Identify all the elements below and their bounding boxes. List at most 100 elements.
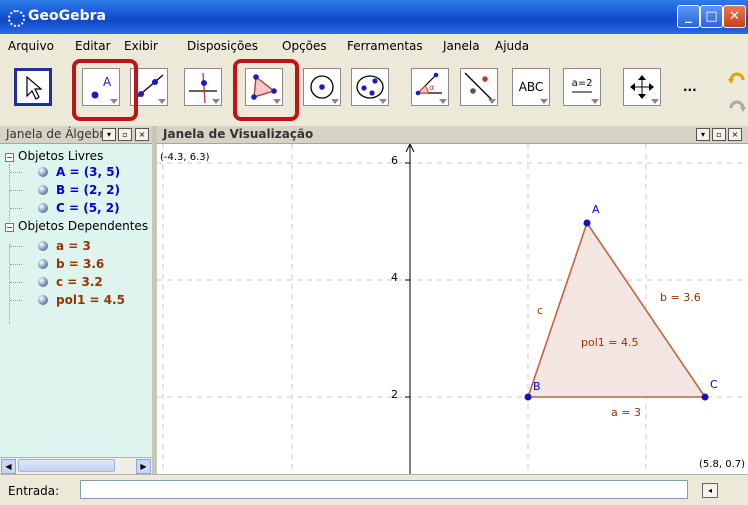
tree-line [9,244,10,324]
angle-tool-button[interactable]: α [411,68,449,106]
menu-arquivo[interactable]: Arquivo [8,39,54,53]
dropdown-arrow-icon [158,99,166,104]
geogebra-logo-icon [8,10,25,27]
object-A[interactable]: A = (3, 5) [56,165,120,179]
title-bar: GeoGebra _ □ ✕ [0,0,748,34]
visibility-toggle-icon[interactable] [38,167,48,177]
collapse-icon[interactable]: − [5,153,14,162]
point-tool-highlight [72,59,138,121]
polygon-tool-highlight [233,59,299,121]
algebra-view: − Objetos Livres A = (3, 5) B = (2, 2) C… [0,144,152,457]
point-A[interactable] [583,219,591,227]
conic-tool-button[interactable] [351,68,389,106]
reflect-tool-button[interactable] [460,68,498,106]
dropdown-arrow-icon [379,99,387,104]
maximize-icon: □ [705,9,718,24]
tree-line [10,208,22,209]
input-field[interactable] [80,480,688,499]
text-tool-button[interactable]: ABC [512,68,550,106]
bottom-right-corner-coords: (5.8, 0.7) [699,459,745,470]
graphics-view[interactable]: 2 4 6 c b = 3.6 a = 3 pol1 = 4.5 A B C (… [157,144,748,474]
dropdown-arrow-icon [591,99,599,104]
move-graphics-tool-button[interactable] [623,68,661,106]
input-bar: Entrada: ◂ [0,474,748,505]
top-left-corner-coords: (-4.3, 6.3) [160,152,210,163]
algebra-view-header: Janela de Álgebra ▾ ▫ × [0,126,152,144]
segment-b-label[interactable]: b = 3.6 [660,291,701,304]
point-B-label[interactable]: B [533,380,541,393]
scroll-left-icon[interactable]: ◀ [1,459,16,474]
scrollbar-thumb[interactable] [18,459,115,472]
tree-line [10,190,22,191]
graphics-view-header: Janela de Visualização ▾ ▫ × [157,126,748,144]
menu-exibir[interactable]: Exibir [124,39,158,53]
dependent-objects-group[interactable]: Objetos Dependentes [18,219,148,233]
minimize-icon: _ [685,9,692,24]
object-C[interactable]: C = (5, 2) [56,201,120,215]
triangle-polygon[interactable] [526,221,707,398]
maximize-button[interactable]: □ [700,5,723,28]
segment-a-label[interactable]: a = 3 [611,406,641,419]
free-objects-group[interactable]: Objetos Livres [18,149,103,163]
tree-line [10,282,22,283]
object-c[interactable]: c = 3.2 [56,275,103,289]
object-pol1[interactable]: pol1 = 4.5 [56,293,125,307]
object-b[interactable]: b = 3.6 [56,257,104,271]
dropdown-arrow-icon [540,99,548,104]
tree-line [9,164,10,224]
menu-disposicoes[interactable]: Disposições [187,39,258,53]
tree-line [10,172,22,173]
close-button[interactable]: ✕ [723,5,746,28]
redo-icon[interactable] [727,96,747,116]
undo-icon[interactable] [727,70,747,90]
point-B[interactable] [524,393,532,401]
graphics-view-title: Janela de Visualização [163,127,314,141]
move-tool-button[interactable] [14,68,52,106]
scroll-right-icon[interactable]: ▶ [136,459,151,474]
panel-menu-icon[interactable]: ▾ [696,128,710,141]
visibility-toggle-icon[interactable] [38,277,48,287]
graphics-canvas[interactable]: 2 4 6 c b = 3.6 a = 3 pol1 = 4.5 A B C (… [157,144,748,474]
point-C[interactable] [701,393,709,401]
panel-undock-icon[interactable]: ▫ [118,128,132,141]
panel-menu-icon[interactable]: ▾ [102,128,116,141]
object-a[interactable]: a = 3 [56,239,91,253]
algebra-horizontal-scrollbar[interactable]: ◀ ▶ [0,457,152,474]
algebra-view-title: Janela de Álgebra [6,127,112,141]
cursor-arrow-icon [26,75,43,100]
dropdown-arrow-icon [488,99,496,104]
visibility-toggle-icon[interactable] [38,203,48,213]
tree-line [10,246,22,247]
panel-close-icon[interactable]: × [135,128,149,141]
point-C-label[interactable]: C [710,378,718,391]
circle-tool-button[interactable] [303,68,341,106]
dropdown-arrow-icon [331,99,339,104]
object-B[interactable]: B = (2, 2) [56,183,120,197]
polygon-label[interactable]: pol1 = 4.5 [581,336,638,349]
panel-close-icon[interactable]: × [728,128,742,141]
dropdown-arrow-icon [212,99,220,104]
menu-ajuda[interactable]: Ajuda [495,39,529,53]
visibility-toggle-icon[interactable] [38,295,48,305]
perpendicular-tool-button[interactable] [184,68,222,106]
svg-text:α: α [429,83,434,92]
visibility-toggle-icon[interactable] [38,241,48,251]
more-tools-button[interactable]: ... [683,80,697,94]
visibility-toggle-icon[interactable] [38,185,48,195]
close-icon: ✕ [729,9,740,24]
menu-janela[interactable]: Janela [443,39,480,53]
input-help-icon[interactable]: ◂ [702,483,718,498]
tree-line [10,264,22,265]
menu-editar[interactable]: Editar [75,39,111,53]
visibility-toggle-icon[interactable] [38,259,48,269]
segment-c-label[interactable]: c [537,304,543,317]
window-title: GeoGebra [28,8,106,24]
panel-undock-icon[interactable]: ▫ [712,128,726,141]
y-tick-label: 2 [391,388,398,401]
point-A-label[interactable]: A [592,203,600,216]
menu-ferramentas[interactable]: Ferramentas [347,39,423,53]
collapse-icon[interactable]: − [5,223,14,232]
slider-tool-button[interactable]: a=2 [563,68,601,106]
minimize-button[interactable]: _ [677,5,700,28]
menu-opcoes[interactable]: Opções [282,39,327,53]
